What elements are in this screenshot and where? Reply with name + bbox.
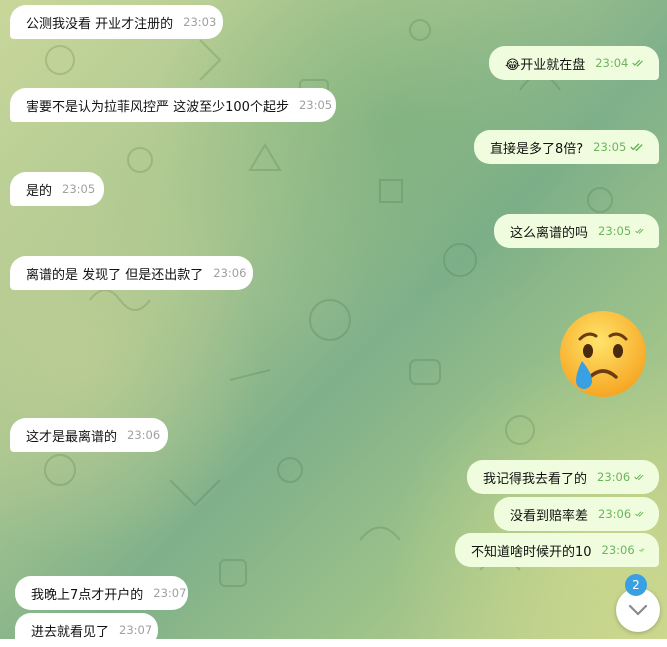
message-time: 23:04 xyxy=(595,56,629,70)
message-text: 直接是多了8倍? xyxy=(490,141,584,157)
message-outgoing[interactable]: 😂开业就在盘 23:04 xyxy=(489,46,659,80)
message-time: 23:06 xyxy=(213,266,247,280)
message-text: 这么离谱的吗 xyxy=(510,225,589,241)
message-time: 23:07 xyxy=(153,586,187,600)
message-text: 我晚上7点才开户的 xyxy=(31,587,144,603)
message-time: 23:06 xyxy=(601,543,635,557)
message-text: 是的 xyxy=(26,183,53,199)
message-outgoing[interactable]: 我记得我去看了的 23:06 xyxy=(467,460,659,494)
crying-face-sticker[interactable] xyxy=(558,309,648,399)
double-check-icon xyxy=(635,228,644,234)
message-outgoing[interactable]: 直接是多了8倍? 23:05 xyxy=(474,130,659,164)
unread-count-badge: 2 xyxy=(625,574,647,596)
double-check-icon xyxy=(638,548,645,552)
double-check-icon xyxy=(634,474,644,481)
message-time: 23:05 xyxy=(598,224,632,238)
message-outgoing[interactable]: 没看到赔率差 23:06 xyxy=(494,497,659,531)
message-time: 23:06 xyxy=(597,470,631,484)
message-time: 23:05 xyxy=(298,98,333,112)
message-text: 离谱的是 发现了 但是还出款了 xyxy=(26,267,204,283)
message-text: 害要不是认为拉菲风控严 这波至少100个起步 xyxy=(26,99,289,115)
chevron-down-icon xyxy=(628,604,648,616)
message-incoming[interactable]: 害要不是认为拉菲风控严 这波至少100个起步 23:05 xyxy=(10,88,336,122)
message-outgoing[interactable]: 这么离谱的吗 23:05 xyxy=(494,214,659,248)
message-time: 23:07 xyxy=(119,623,153,637)
message-text: 不知道啥时候开的10 xyxy=(471,544,592,560)
message-time: 23:03 xyxy=(183,15,217,29)
message-text: 公测我没看 开业才注册的 xyxy=(26,16,174,32)
message-incoming[interactable]: 进去就看见了 23:07 xyxy=(15,613,158,647)
message-text: 没看到赔率差 xyxy=(510,508,589,524)
message-text: 进去就看见了 xyxy=(31,624,110,640)
message-time: 23:05 xyxy=(593,140,627,154)
message-text: 这才是最离谱的 xyxy=(26,429,118,445)
message-time: 23:05 xyxy=(62,182,96,196)
double-check-icon xyxy=(635,511,644,517)
message-incoming[interactable]: 这才是最离谱的 23:06 xyxy=(10,418,168,452)
message-incoming[interactable]: 离谱的是 发现了 但是还出款了 23:06 xyxy=(10,256,253,290)
message-text: 开业就在盘 xyxy=(520,57,586,73)
message-time: 23:06 xyxy=(127,428,161,442)
message-incoming[interactable]: 公测我没看 开业才注册的 23:03 xyxy=(10,5,223,39)
laughing-emoji-icon: 😂 xyxy=(505,57,521,73)
message-incoming[interactable]: 我晚上7点才开户的 23:07 xyxy=(15,576,188,610)
double-check-icon xyxy=(632,59,644,67)
double-check-icon xyxy=(630,143,644,152)
message-text: 我记得我去看了的 xyxy=(483,471,588,487)
message-incoming[interactable]: 是的 23:05 xyxy=(10,172,104,206)
message-outgoing[interactable]: 不知道啥时候开的10 23:06 xyxy=(455,533,659,567)
message-time: 23:06 xyxy=(598,507,632,521)
